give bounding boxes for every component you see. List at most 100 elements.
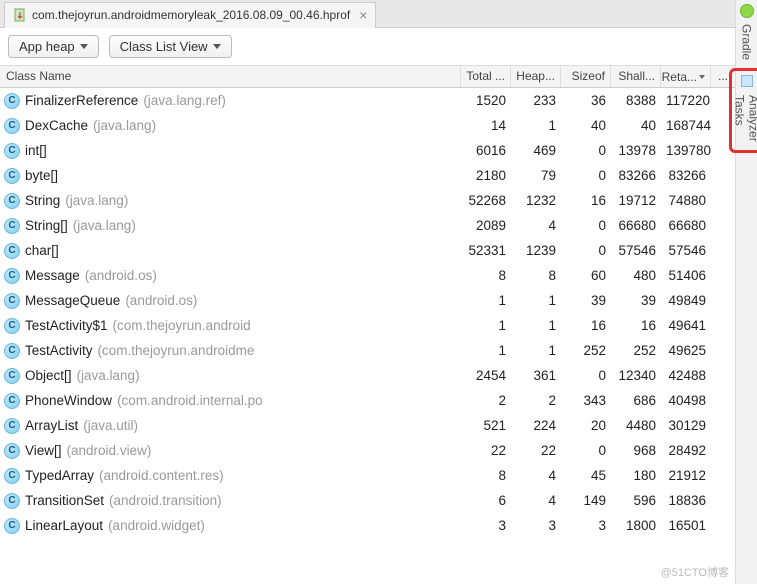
class-name-cell: Cchar[] — [0, 241, 461, 261]
heap-cell: 4 — [511, 491, 561, 510]
heap-cell: 1232 — [511, 191, 561, 210]
heap-cell: 79 — [511, 166, 561, 185]
table-row[interactable]: CTestActivity$1 (com.thejoyrun.android11… — [0, 313, 735, 338]
package-name: (android.view) — [67, 443, 152, 458]
class-name: DexCache — [25, 118, 88, 133]
class-icon: C — [4, 218, 20, 234]
retained-cell: 49625 — [661, 341, 711, 360]
table-row[interactable]: CArrayList (java.util)52122420448030129 — [0, 413, 735, 438]
sizeof-cell: 60 — [561, 266, 611, 285]
class-name-cell: CFinalizerReference (java.lang.ref) — [0, 91, 461, 111]
heap-cell: 469 — [511, 141, 561, 160]
sidebar-analyzer-tasks[interactable]: Analyzer Tasks — [733, 89, 757, 164]
table-row[interactable]: CDexCache (java.lang)1414040168744 — [0, 113, 735, 138]
heap-cell: 4 — [511, 466, 561, 485]
heap-dropdown[interactable]: App heap — [8, 35, 99, 58]
package-name: (com.android.internal.po — [117, 393, 263, 408]
shallow-cell: 252 — [611, 341, 661, 360]
retained-cell: 21912 — [661, 466, 711, 485]
class-icon: C — [4, 318, 20, 334]
total-cell: 1520 — [461, 91, 511, 110]
shallow-cell: 8388 — [611, 91, 661, 110]
table-row[interactable]: CView[] (android.view)2222096828492 — [0, 438, 735, 463]
table-row[interactable]: CString (java.lang)522681232161971274880 — [0, 188, 735, 213]
package-name: (java.util) — [83, 418, 138, 433]
table-row[interactable]: CTypedArray (android.content.res)8445180… — [0, 463, 735, 488]
table-row[interactable]: CString[] (java.lang)2089406668066680 — [0, 213, 735, 238]
sizeof-cell: 0 — [561, 441, 611, 460]
retained-cell: 168744 — [661, 116, 711, 135]
shallow-cell: 16 — [611, 316, 661, 335]
retained-cell: 49641 — [661, 316, 711, 335]
package-name: (android.transition) — [109, 493, 222, 508]
total-cell: 2089 — [461, 216, 511, 235]
total-cell: 1 — [461, 316, 511, 335]
class-icon: C — [4, 268, 20, 284]
class-name-cell: CView[] (android.view) — [0, 441, 461, 461]
column-total[interactable]: Total ... — [461, 66, 511, 87]
retained-cell: 49849 — [661, 291, 711, 310]
package-name: (com.thejoyrun.androidme — [98, 343, 255, 358]
sizeof-cell: 36 — [561, 91, 611, 110]
retained-cell: 57546 — [661, 241, 711, 260]
column-heap[interactable]: Heap... — [511, 66, 561, 87]
class-name: LinearLayout — [25, 518, 103, 533]
total-cell: 1 — [461, 291, 511, 310]
watermark: @51CTO博客 — [661, 564, 729, 580]
table-row[interactable]: CObject[] (java.lang)245436101234042488 — [0, 363, 735, 388]
class-icon: C — [4, 368, 20, 384]
sizeof-cell: 0 — [561, 241, 611, 260]
total-cell: 52331 — [461, 241, 511, 260]
column-sizeof[interactable]: Sizeof — [561, 66, 611, 87]
close-icon[interactable]: × — [359, 7, 367, 23]
column-shallow[interactable]: Shall... — [611, 66, 661, 87]
package-name: (android.os) — [85, 268, 157, 283]
class-name-cell: CString[] (java.lang) — [0, 216, 461, 236]
class-icon: C — [4, 418, 20, 434]
sizeof-cell: 45 — [561, 466, 611, 485]
tab-title: com.thejoyrun.androidmemoryleak_2016.08.… — [32, 8, 350, 22]
total-cell: 521 — [461, 416, 511, 435]
table-row[interactable]: CTransitionSet (android.transition)64149… — [0, 488, 735, 513]
heap-cell: 4 — [511, 216, 561, 235]
table-row[interactable]: CMessageQueue (android.os)11393949849 — [0, 288, 735, 313]
sizeof-cell: 16 — [561, 191, 611, 210]
sizeof-cell: 0 — [561, 141, 611, 160]
heap-cell: 1239 — [511, 241, 561, 260]
total-cell: 8 — [461, 266, 511, 285]
class-name-cell: CLinearLayout (android.widget) — [0, 516, 461, 536]
table-row[interactable]: Cchar[]52331123905754657546 — [0, 238, 735, 263]
class-name: int[] — [25, 143, 47, 158]
table-row[interactable]: CLinearLayout (android.widget)3331800165… — [0, 513, 735, 538]
retained-cell: 139780 — [661, 141, 711, 160]
table-row[interactable]: CFinalizerReference (java.lang.ref)15202… — [0, 88, 735, 113]
view-dropdown[interactable]: Class List View — [109, 35, 232, 58]
sizeof-cell: 0 — [561, 216, 611, 235]
shallow-cell: 968 — [611, 441, 661, 460]
shallow-cell: 686 — [611, 391, 661, 410]
table-row[interactable]: CMessage (android.os)886048051406 — [0, 263, 735, 288]
column-retained[interactable]: Reta... — [661, 66, 711, 87]
retained-cell: 74880 — [661, 191, 711, 210]
column-class-name[interactable]: Class Name — [0, 66, 461, 87]
file-tab[interactable]: com.thejoyrun.androidmemoryleak_2016.08.… — [4, 2, 376, 28]
table-row[interactable]: Cint[] 6016469013978139780 — [0, 138, 735, 163]
class-name: String — [25, 193, 60, 208]
right-sidebar: Gradle Analyzer Tasks — [735, 0, 757, 584]
total-cell: 6 — [461, 491, 511, 510]
package-name: (java.lang) — [65, 193, 128, 208]
table-row[interactable]: CPhoneWindow (com.android.internal.po223… — [0, 388, 735, 413]
class-icon: C — [4, 143, 20, 159]
sidebar-gradle[interactable]: Gradle — [740, 18, 754, 66]
table-row[interactable]: CTestActivity (com.thejoyrun.androidme11… — [0, 338, 735, 363]
gradle-icon — [740, 4, 754, 18]
class-name: String[] — [25, 218, 68, 233]
heap-cell: 8 — [511, 266, 561, 285]
retained-cell: 28492 — [661, 441, 711, 460]
chevron-down-icon — [213, 44, 221, 49]
class-name: TransitionSet — [25, 493, 104, 508]
shallow-cell: 13978 — [611, 141, 661, 160]
total-cell: 6016 — [461, 141, 511, 160]
class-name: Object[] — [25, 368, 72, 383]
table-row[interactable]: Cbyte[]21807908326683266 — [0, 163, 735, 188]
